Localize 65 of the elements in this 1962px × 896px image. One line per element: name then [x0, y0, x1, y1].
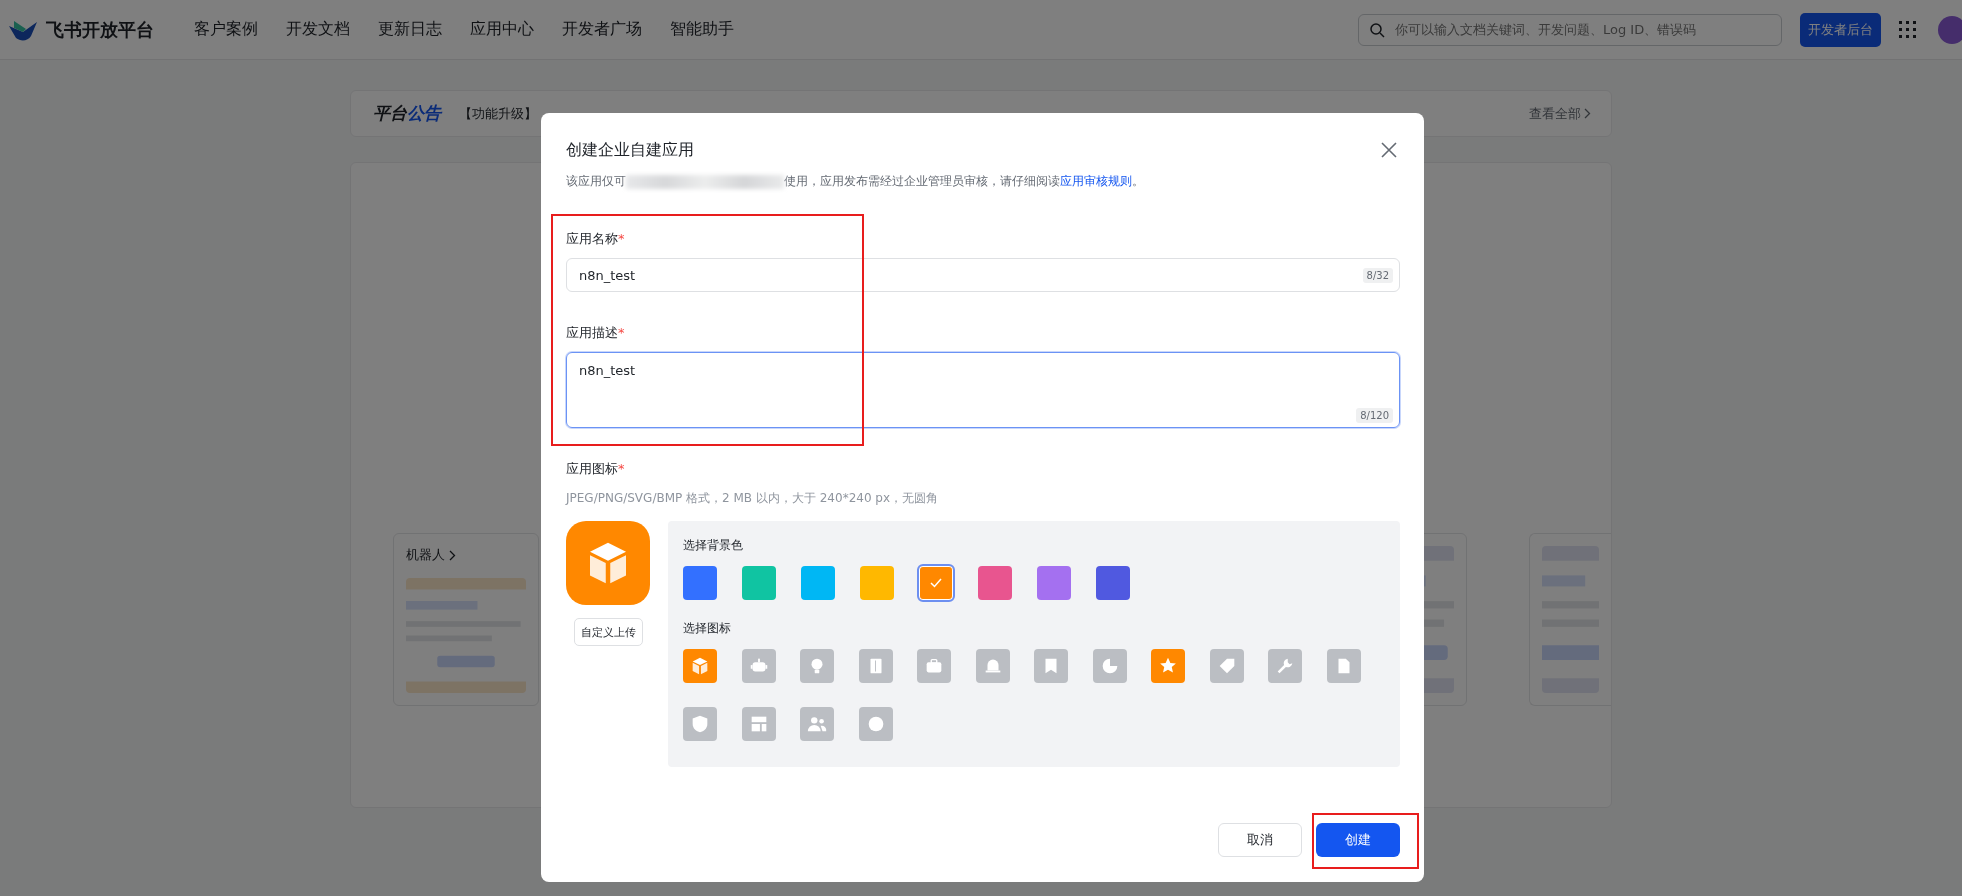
- view-all-link[interactable]: 查看全部: [1529, 104, 1591, 123]
- chevron-icon: [1584, 108, 1591, 119]
- character-counter: 8/32: [1362, 267, 1393, 283]
- showcase-card[interactable]: [1529, 533, 1611, 706]
- icon-option[interactable]: [800, 707, 834, 741]
- intro-text: 使用，应用发布需经过企业管理员审核，请仔细阅读: [784, 173, 1060, 190]
- nav-link[interactable]: 应用中心: [470, 19, 534, 40]
- icon-option[interactable]: [741, 707, 776, 741]
- icon-option[interactable]: [1034, 649, 1068, 683]
- icon-option[interactable]: [1151, 649, 1185, 683]
- textarea-input[interactable]: n8n_test: [577, 361, 1357, 401]
- color-swatch[interactable]: [683, 566, 717, 600]
- dialog-title: 创建企业自建应用: [566, 139, 694, 161]
- create-button[interactable]: 创建: [1316, 823, 1400, 857]
- brand-name[interactable]: 飞书开放平台: [46, 17, 154, 42]
- cancel-button[interactable]: 取消: [1218, 823, 1302, 857]
- field-label: 应用图标*: [566, 460, 626, 478]
- icon-option[interactable]: [741, 649, 776, 683]
- color-swatch[interactable]: [978, 566, 1012, 600]
- search-icon: [1369, 21, 1385, 38]
- icon-option[interactable]: [683, 649, 717, 683]
- nav-link[interactable]: 客户案例: [194, 19, 258, 40]
- check-icon: [930, 578, 942, 588]
- icon-option[interactable]: [858, 707, 893, 741]
- console-button[interactable]: 开发者后台: [1800, 12, 1881, 47]
- apps-grid-icon[interactable]: [1899, 21, 1916, 38]
- intro-text: 。: [1132, 173, 1144, 190]
- showcase-card[interactable]: 机器人: [393, 533, 539, 706]
- icon-option[interactable]: [858, 649, 893, 683]
- icon-option[interactable]: [1268, 649, 1302, 683]
- search-input[interactable]: 你可以输入文档关键词、开发问题、Log ID、错误码: [1393, 21, 1771, 38]
- section-title: 选择背景色: [683, 537, 744, 554]
- icon-option[interactable]: [1092, 649, 1127, 683]
- icon-option[interactable]: [683, 707, 717, 741]
- character-counter: 8/120: [1356, 408, 1393, 423]
- color-swatch[interactable]: [801, 566, 835, 600]
- nav-link[interactable]: 更新日志: [378, 19, 442, 40]
- intro-text: 该应用仅可: [566, 173, 626, 190]
- field-label: 应用名称*: [566, 230, 626, 248]
- nav-link[interactable]: 开发文档: [286, 19, 350, 40]
- field-label: 应用描述*: [566, 324, 626, 342]
- color-swatch[interactable]: [919, 566, 953, 600]
- icon-option[interactable]: [1209, 649, 1244, 683]
- nav-link[interactable]: 开发者广场: [562, 19, 642, 40]
- nav-link[interactable]: 智能助手: [670, 19, 734, 40]
- input-field[interactable]: n8n_test 8/32: [566, 258, 1400, 292]
- color-swatch[interactable]: [742, 566, 776, 600]
- search-field[interactable]: 你可以输入文档关键词、开发问题、Log ID、错误码: [1358, 13, 1782, 46]
- review-rules-link[interactable]: 应用审核规则: [1060, 173, 1132, 190]
- icon-option[interactable]: [1326, 649, 1361, 683]
- color-swatch[interactable]: [1037, 566, 1071, 600]
- color-swatch[interactable]: [860, 566, 894, 600]
- icon-option[interactable]: [975, 649, 1010, 683]
- avatar[interactable]: [1938, 15, 1962, 44]
- card-title: 机器人: [406, 546, 526, 564]
- text-input[interactable]: n8n_test: [577, 266, 1363, 284]
- upload-button[interactable]: 自定义上传: [573, 618, 643, 646]
- color-swatch[interactable]: [1096, 566, 1130, 600]
- chevron-icon: [449, 549, 456, 561]
- announcement-title: 平台公告: [373, 102, 441, 125]
- hint-text: JPEG/PNG/SVG/BMP 格式，2 MB 以内，大于 240*240 px，无圆角: [566, 490, 940, 507]
- textarea-field[interactable]: n8n_test 8/120: [566, 352, 1400, 428]
- section-title: 选择图标: [683, 620, 732, 637]
- icon-option[interactable]: [917, 649, 951, 683]
- icon-option[interactable]: [800, 649, 834, 683]
